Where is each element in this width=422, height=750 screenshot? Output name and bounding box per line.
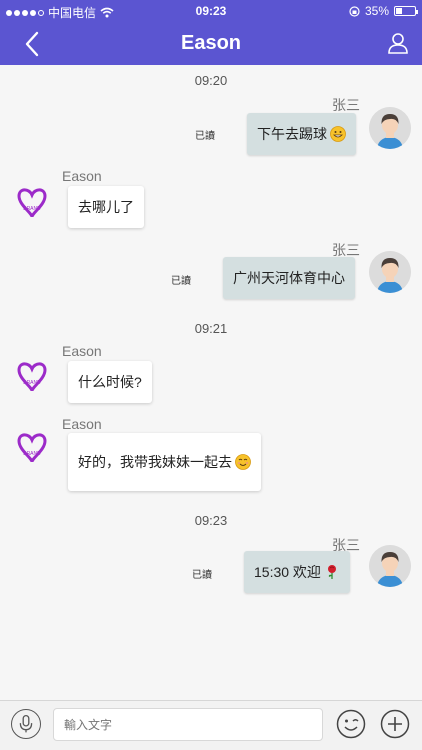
add-icon[interactable]	[380, 709, 410, 739]
rose-icon	[327, 565, 336, 579]
message-bubble[interactable]: 什么时候?	[68, 361, 152, 403]
message-text: 好的，我带我妹妹一起去	[78, 454, 232, 470]
avatar[interactable]: BRAND	[11, 357, 53, 399]
sender-name: Eason	[62, 343, 102, 359]
status-bar: 中国电信 09:23 35%	[0, 0, 422, 22]
timestamp: 09:23	[194, 513, 228, 528]
message-text: 下午去踢球	[257, 126, 327, 142]
timestamp: 09:21	[194, 321, 228, 336]
message-bubble[interactable]: 去哪儿了	[68, 186, 144, 228]
battery-icon	[394, 6, 418, 16]
orientation-lock-icon	[349, 5, 360, 17]
message-bubble[interactable]: 15:30 欢迎	[244, 551, 350, 593]
svg-text:BRAND: BRAND	[23, 451, 41, 457]
message-bubble[interactable]: 广州天河体育中心	[223, 257, 355, 299]
message-input[interactable]	[53, 708, 323, 741]
message-text: 去哪儿了	[78, 199, 134, 215]
message-text: 广州天河体育中心	[233, 270, 345, 286]
read-receipt: 已讀	[195, 131, 215, 142]
smiling-face-icon	[235, 454, 251, 470]
svg-text:BRAND: BRAND	[23, 206, 41, 212]
avatar[interactable]: BRAND	[11, 428, 53, 470]
message-bubble[interactable]: 下午去踢球	[247, 113, 356, 155]
avatar[interactable]: BRAND	[11, 183, 53, 225]
sender-name: Eason	[62, 416, 102, 432]
user-profile-icon[interactable]	[386, 31, 410, 55]
avatar[interactable]	[369, 251, 411, 293]
avatar[interactable]	[369, 107, 411, 149]
message-text: 15:30 欢迎	[254, 564, 321, 580]
nav-bar: Eason	[0, 22, 422, 65]
message-text: 什么时候?	[78, 374, 142, 390]
battery-percent: 35%	[364, 4, 389, 18]
sender-name: 张三	[332, 97, 360, 113]
read-receipt: 已讀	[192, 570, 212, 581]
microphone-icon[interactable]	[11, 709, 41, 739]
emoji-icon[interactable]	[336, 709, 366, 739]
timestamp: 09:20	[194, 73, 228, 88]
page-title: Eason	[180, 32, 242, 54]
svg-text:BRAND: BRAND	[23, 380, 41, 386]
message-bubble[interactable]: 好的，我带我妹妹一起去	[68, 433, 261, 491]
grinning-face-icon	[330, 126, 346, 142]
avatar[interactable]	[369, 545, 411, 587]
input-bar	[0, 700, 422, 750]
read-receipt: 已讀	[171, 276, 191, 287]
sender-name: Eason	[62, 168, 102, 184]
